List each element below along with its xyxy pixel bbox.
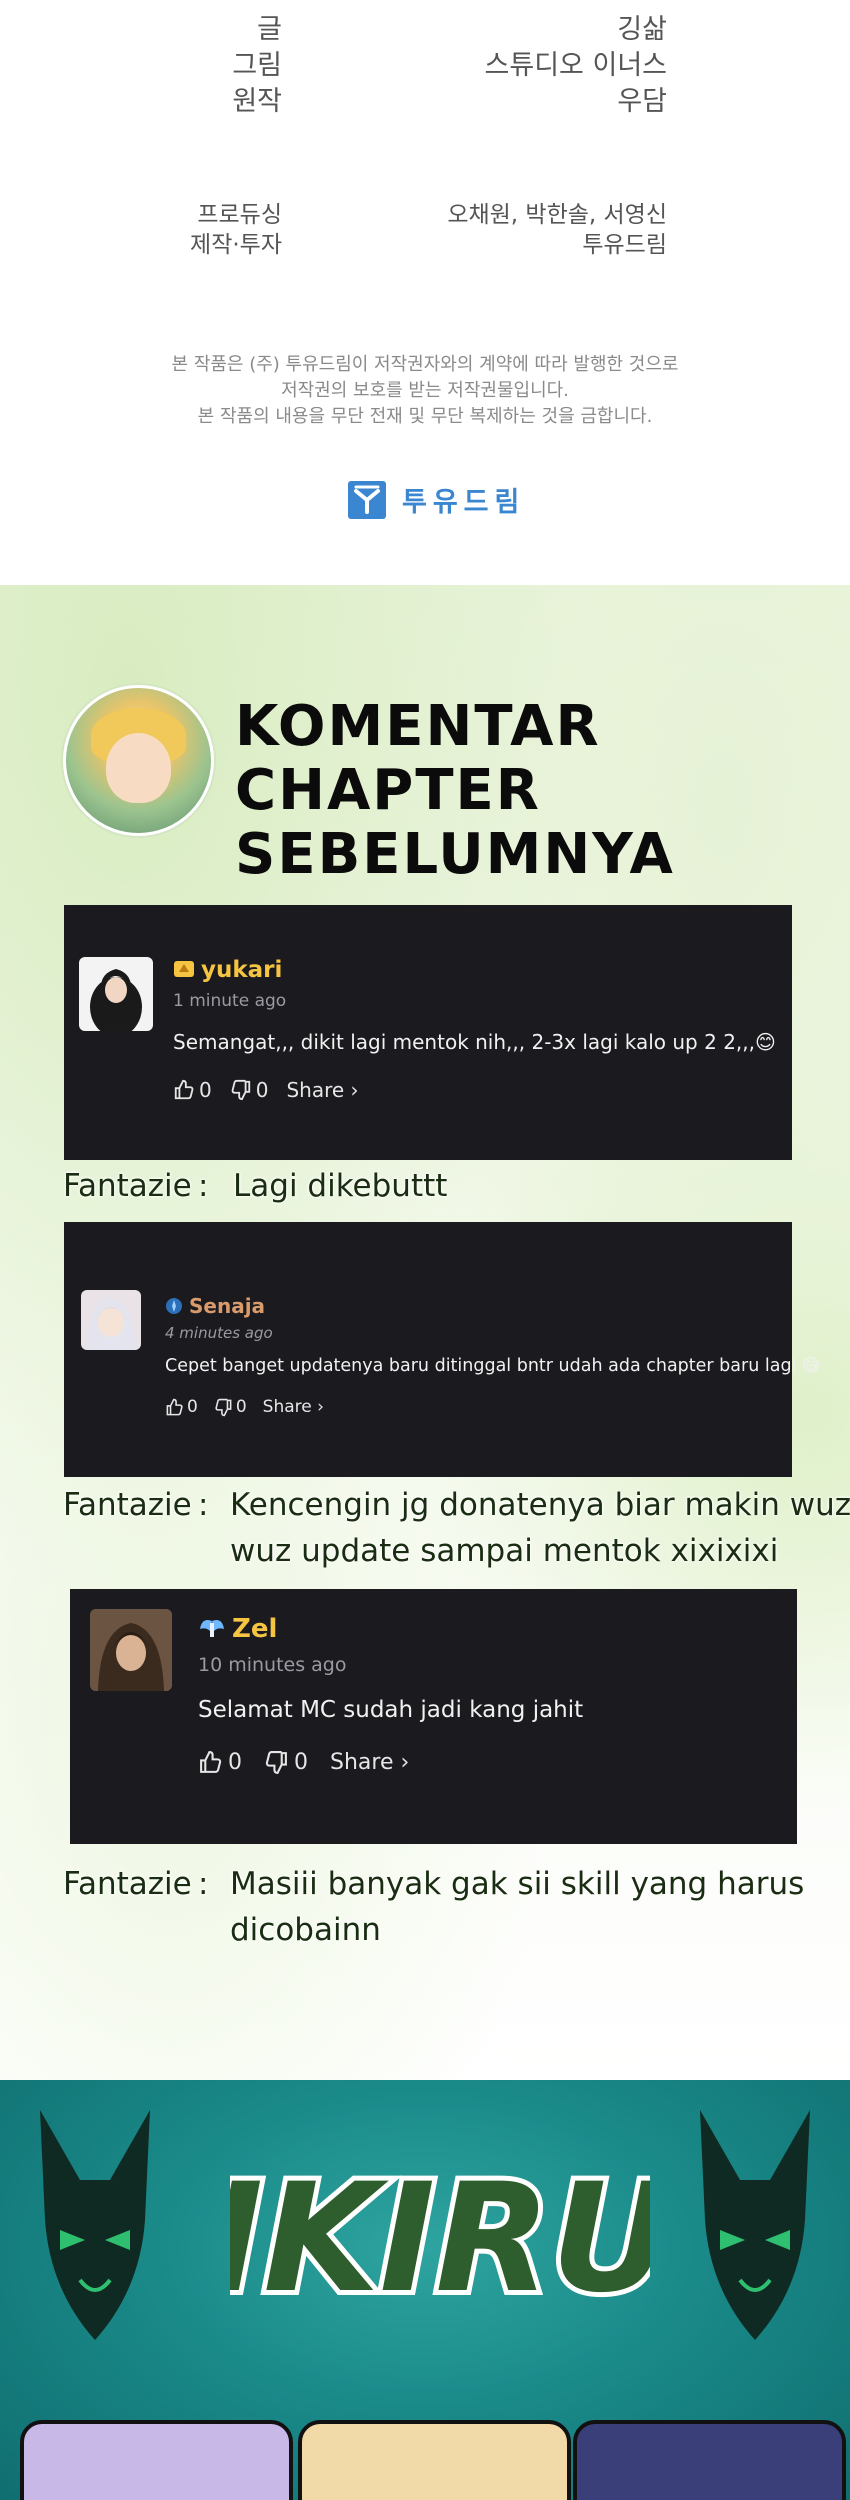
comment-username[interactable]: yukari bbox=[173, 957, 282, 983]
reply-text: Kencengin jg donatenya biar makin wuz wu… bbox=[230, 1487, 850, 1569]
thumbs-down-icon bbox=[231, 1079, 250, 1101]
dislike-button[interactable]: 0 bbox=[214, 1397, 247, 1417]
credit-role: 글 bbox=[257, 14, 282, 45]
reply-text: Masiii banyak gak sii skill yang harus d… bbox=[230, 1866, 805, 1948]
reply-separator: : bbox=[198, 1487, 209, 1523]
series-thumbnail[interactable] bbox=[298, 2420, 571, 2500]
credit-role: 원작 bbox=[232, 86, 282, 117]
comment-time: 1 minute ago bbox=[173, 991, 287, 1011]
section-title-line: SEBELUMNYA bbox=[235, 822, 675, 887]
copyright-line: 저작권의 보호를 받는 저작권물입니다. bbox=[281, 380, 569, 401]
series-thumbnail[interactable] bbox=[20, 2420, 293, 2500]
credit-role: 제작·투자 bbox=[190, 232, 282, 258]
thumbs-down-icon bbox=[265, 1751, 287, 1774]
thumbs-up-icon bbox=[174, 1079, 194, 1100]
jackal-mask-icon bbox=[700, 2110, 810, 2340]
jackal-mask-icon bbox=[40, 2110, 150, 2340]
like-button[interactable]: 0 bbox=[198, 1750, 242, 1775]
credit-name: 깅삶 bbox=[617, 14, 667, 45]
publisher-logo-icon bbox=[348, 480, 386, 519]
wings-badge-icon bbox=[198, 1614, 226, 1644]
dislike-count: 0 bbox=[294, 1750, 308, 1775]
reply-author: Fantazie bbox=[63, 1487, 192, 1523]
username-text: Senaja bbox=[189, 1294, 266, 1318]
comment-username[interactable]: Zel bbox=[198, 1614, 277, 1644]
reply-text: Lagi dikebuttt bbox=[233, 1168, 448, 1204]
comment-actions: 0 0 Share › bbox=[173, 1078, 359, 1102]
section-title: KOMENTAR CHAPTER SEBELUMNYA bbox=[235, 695, 850, 887]
reply-author: Fantazie bbox=[63, 1168, 192, 1204]
user-avatar[interactable] bbox=[79, 957, 153, 1031]
ikiru-logo-text: IKIRU bbox=[230, 2152, 650, 2326]
reply-separator: : bbox=[198, 1866, 209, 1902]
comment-time: 10 minutes ago bbox=[198, 1654, 347, 1676]
ikiru-logo: IKIRU bbox=[202, 2130, 677, 2331]
publisher-name: 투유드림 bbox=[402, 487, 526, 518]
like-count: 0 bbox=[187, 1397, 198, 1417]
compass-badge-icon bbox=[165, 1294, 183, 1318]
comment-actions: 0 0 Share › bbox=[198, 1750, 409, 1775]
like-count: 0 bbox=[228, 1750, 242, 1775]
credit-name: 투유드림 bbox=[582, 232, 667, 258]
dislike-button[interactable]: 0 bbox=[264, 1750, 308, 1775]
publisher-logo: 투유드림 bbox=[348, 480, 525, 519]
thumbs-down-icon bbox=[215, 1398, 232, 1416]
copyright-line: 본 작품은 (주) 투유드림이 저작권자와의 계약에 따라 발행한 것으로 bbox=[171, 354, 679, 375]
username-text: Zel bbox=[232, 1614, 278, 1644]
credit-name: 우담 bbox=[617, 86, 667, 117]
comment-username[interactable]: Senaja bbox=[165, 1294, 265, 1318]
comment-time: 4 minutes ago bbox=[165, 1324, 273, 1342]
copyright-notice: 본 작품은 (주) 투유드림이 저작권자와의 계약에 따라 발행한 것으로 저작… bbox=[0, 352, 850, 430]
credit-role: 그림 bbox=[232, 50, 282, 81]
like-button[interactable]: 0 bbox=[165, 1397, 198, 1417]
comment-card: Zel 10 minutes ago Selamat MC sudah jadi… bbox=[70, 1589, 797, 1844]
mascot-avatar bbox=[63, 685, 214, 836]
sparkle-badge-icon bbox=[173, 957, 195, 983]
share-button[interactable]: Share › bbox=[286, 1078, 358, 1102]
section-title-line: KOMENTAR CHAPTER bbox=[235, 694, 601, 823]
dislike-count: 0 bbox=[255, 1078, 269, 1102]
user-avatar[interactable] bbox=[90, 1609, 172, 1691]
thumbs-up-icon bbox=[200, 1751, 222, 1773]
comment-text: Semangat,,, dikit lagi mentok nih,,, 2-3… bbox=[173, 1030, 776, 1054]
series-thumbnail[interactable] bbox=[573, 2420, 846, 2500]
ikiru-banner: IKIRU bbox=[0, 2080, 850, 2500]
share-button[interactable]: Share › bbox=[330, 1750, 409, 1775]
comment-text: Cepet banget updatenya baru ditinggal bn… bbox=[165, 1356, 821, 1376]
user-avatar[interactable] bbox=[81, 1290, 141, 1350]
comment-card: yukari 1 minute ago Semangat,,, dikit la… bbox=[64, 905, 792, 1160]
credits-section: 글 깅삶 그림 스튜디오 이너스 원작 우담 프로듀싱 오채원, 박한솔, 서영… bbox=[0, 0, 850, 585]
comment-actions: 0 0 Share › bbox=[165, 1397, 324, 1417]
previous-chapter-comments: KOMENTAR CHAPTER SEBELUMNYA yukari 1 min… bbox=[0, 585, 850, 2080]
username-text: yukari bbox=[201, 957, 283, 983]
comment-text: Selamat MC sudah jadi kang jahit bbox=[198, 1697, 584, 1723]
like-button[interactable]: 0 bbox=[173, 1078, 212, 1102]
credit-name: 스튜디오 이너스 bbox=[484, 50, 667, 81]
dislike-button[interactable]: 0 bbox=[230, 1078, 269, 1102]
copyright-line: 본 작품의 내용을 무단 전재 및 무단 복제하는 것을 금합니다. bbox=[197, 406, 653, 427]
comment-card: Senaja 4 minutes ago Cepet banget update… bbox=[64, 1222, 820, 1477]
like-count: 0 bbox=[199, 1078, 212, 1102]
dislike-count: 0 bbox=[235, 1397, 247, 1417]
series-thumbnails bbox=[20, 2420, 846, 2500]
thumbs-up-icon bbox=[166, 1398, 183, 1415]
reply-author: Fantazie bbox=[63, 1866, 192, 1902]
share-button[interactable]: Share › bbox=[263, 1397, 324, 1417]
reply-separator: : bbox=[198, 1168, 209, 1204]
